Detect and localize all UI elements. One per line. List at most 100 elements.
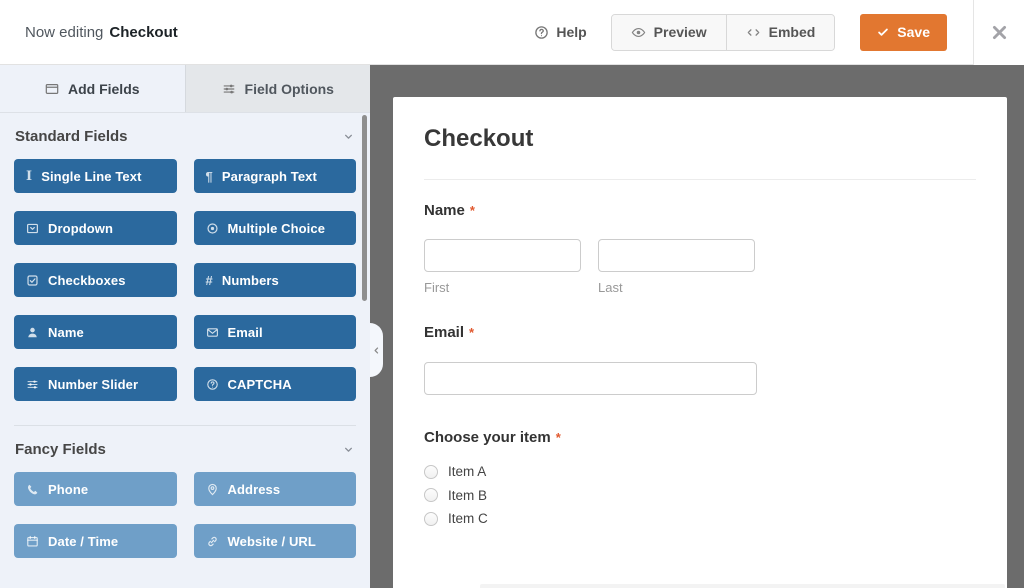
close-builder-button[interactable] xyxy=(974,0,1024,65)
canvas-bottom-strip xyxy=(480,584,1005,588)
radio-label: Item C xyxy=(448,511,488,526)
field-button-label: Multiple Choice xyxy=(228,221,326,236)
link-icon xyxy=(206,535,219,548)
field-button-number-slider[interactable]: Number Slider xyxy=(14,367,177,401)
radio-option-item-a[interactable]: Item A xyxy=(424,463,976,480)
now-editing: Now editing Checkout xyxy=(25,24,178,41)
title-divider xyxy=(424,179,976,180)
help-label: Help xyxy=(556,24,586,40)
text-cursor-icon: I xyxy=(26,170,32,183)
field-button-label: Numbers xyxy=(222,273,279,288)
map-pin-icon xyxy=(206,483,219,496)
radio-label: Item B xyxy=(448,488,487,503)
calendar-icon xyxy=(26,535,39,548)
embed-button[interactable]: Embed xyxy=(726,15,835,50)
preview-label: Preview xyxy=(654,24,707,40)
person-icon xyxy=(26,326,39,339)
field-button-label: Paragraph Text xyxy=(222,169,317,184)
standard-fields-grid: I Single Line Text ¶ Paragraph Text xyxy=(14,159,356,401)
field-button-paragraph-text[interactable]: ¶ Paragraph Text xyxy=(194,159,357,193)
field-button-label: Dropdown xyxy=(48,221,113,236)
field-button-checkboxes[interactable]: Checkboxes xyxy=(14,263,177,297)
section-standard-fields: Standard Fields I Single Line Text ¶ P xyxy=(14,113,356,401)
form-preview-panel: Checkout Name* First Last Email xyxy=(393,97,1007,588)
slider-icon xyxy=(26,378,39,391)
field-email[interactable]: Email* xyxy=(424,324,976,395)
field-button-label: Name xyxy=(48,325,84,340)
fields-sidebar: Add Fields Field Options St xyxy=(0,65,370,588)
radio-label: Item A xyxy=(448,464,486,479)
field-button-label: Address xyxy=(228,482,281,497)
preview-button[interactable]: Preview xyxy=(612,15,726,50)
add-fields-icon xyxy=(45,82,59,96)
save-button[interactable]: Save xyxy=(860,14,947,51)
field-button-website-url[interactable]: Website / URL xyxy=(194,524,357,558)
tab-field-options[interactable]: Field Options xyxy=(185,65,371,112)
sidebar-scrollbar[interactable] xyxy=(362,115,367,301)
code-icon xyxy=(746,25,761,40)
field-button-multiple-choice[interactable]: Multiple Choice xyxy=(194,211,357,245)
last-sublabel: Last xyxy=(598,280,755,295)
standard-fields-header[interactable]: Standard Fields xyxy=(14,113,356,159)
question-icon xyxy=(206,378,219,391)
sliders-icon xyxy=(222,82,236,96)
name-first-input[interactable] xyxy=(424,239,581,272)
pilcrow-icon: ¶ xyxy=(206,170,213,183)
field-button-name[interactable]: Name xyxy=(14,315,177,349)
field-name[interactable]: Name* First Last xyxy=(424,202,976,295)
topbar: Now editing Checkout Help xyxy=(0,0,1024,65)
field-button-numbers[interactable]: # Numbers xyxy=(194,263,357,297)
tab-add-fields[interactable]: Add Fields xyxy=(0,65,185,112)
radio-option-item-c[interactable]: Item C xyxy=(424,510,976,527)
field-button-captcha[interactable]: CAPTCHA xyxy=(194,367,357,401)
field-button-email[interactable]: Email xyxy=(194,315,357,349)
add-fields-panel: Standard Fields I Single Line Text ¶ P xyxy=(0,113,370,588)
close-icon xyxy=(991,24,1008,41)
field-choose-your-item[interactable]: Choose your item* Item A Item B Item C xyxy=(424,429,976,527)
field-choose-label: Choose your item* xyxy=(424,429,976,446)
field-button-label: Website / URL xyxy=(228,534,316,549)
builder-main: Add Fields Field Options St xyxy=(0,65,1024,588)
fancy-fields-header[interactable]: Fancy Fields xyxy=(14,426,356,472)
phone-icon xyxy=(26,483,39,496)
field-button-dropdown[interactable]: Dropdown xyxy=(14,211,177,245)
now-editing-prefix: Now editing xyxy=(25,24,103,41)
email-input[interactable] xyxy=(424,362,757,395)
field-button-address[interactable]: Address xyxy=(194,472,357,506)
field-button-label: Number Slider xyxy=(48,377,138,392)
form-title[interactable]: Checkout xyxy=(424,125,976,153)
section-fancy-fields: Fancy Fields Phone xyxy=(14,425,356,558)
eye-icon xyxy=(631,25,646,40)
check-icon xyxy=(877,26,889,38)
radio-circle[interactable] xyxy=(424,465,438,479)
embed-label: Embed xyxy=(769,24,816,40)
preview-embed-group: Preview Embed xyxy=(611,14,836,51)
radio-icon xyxy=(206,222,219,235)
required-marker: * xyxy=(469,325,474,340)
field-button-label: Phone xyxy=(48,482,88,497)
sidebar-tabs: Add Fields Field Options xyxy=(0,65,370,113)
tab-field-options-label: Field Options xyxy=(245,81,334,97)
field-button-label: Email xyxy=(228,325,263,340)
field-button-label: Checkboxes xyxy=(48,273,126,288)
first-sublabel: First xyxy=(424,280,581,295)
hash-icon: # xyxy=(206,274,213,287)
topbar-actions: Help Preview Embed xyxy=(534,0,1024,64)
question-circle-icon xyxy=(534,25,549,40)
sidebar-collapse-handle[interactable] xyxy=(370,323,383,377)
standard-fields-title: Standard Fields xyxy=(15,128,128,145)
field-button-date-time[interactable]: Date / Time xyxy=(14,524,177,558)
form-canvas: Checkout Name* First Last Email xyxy=(370,65,1024,588)
field-button-phone[interactable]: Phone xyxy=(14,472,177,506)
envelope-icon xyxy=(206,326,219,339)
field-name-label: Name* xyxy=(424,202,976,219)
save-label: Save xyxy=(897,24,930,40)
radio-option-item-b[interactable]: Item B xyxy=(424,487,976,504)
radio-circle[interactable] xyxy=(424,488,438,502)
field-button-label: CAPTCHA xyxy=(228,377,292,392)
field-button-single-line-text[interactable]: I Single Line Text xyxy=(14,159,177,193)
radio-circle[interactable] xyxy=(424,512,438,526)
name-last-input[interactable] xyxy=(598,239,755,272)
help-button[interactable]: Help xyxy=(534,24,586,40)
chevron-down-icon xyxy=(342,443,355,456)
